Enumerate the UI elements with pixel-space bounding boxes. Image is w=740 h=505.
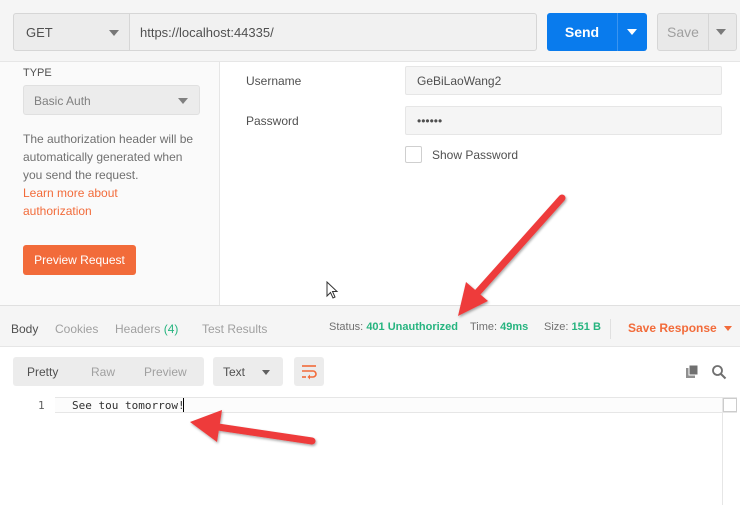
password-value: •••••• — [417, 114, 443, 128]
auth-type-value: Basic Auth — [34, 94, 91, 108]
tab-test-results[interactable]: Test Results — [202, 322, 267, 336]
send-label: Send — [564, 24, 600, 40]
show-password-checkbox[interactable] — [405, 146, 422, 163]
response-text: See tou tomorrow! — [72, 399, 185, 412]
save-divider — [708, 14, 709, 50]
copy-icon[interactable] — [684, 364, 700, 380]
format-preview-button[interactable]: Preview — [144, 365, 187, 379]
tab-headers[interactable]: Headers (4) — [115, 322, 178, 336]
status-label: Status: — [329, 321, 364, 333]
mouse-pointer-icon — [326, 281, 339, 299]
url-input[interactable]: https://localhost:44335/ — [130, 13, 537, 51]
time-value: 49ms — [500, 321, 529, 333]
editor-scroll-box[interactable] — [723, 398, 737, 412]
tab-cookies[interactable]: Cookies — [55, 322, 98, 336]
response-toolbar: Pretty Raw Preview Text — [0, 347, 740, 397]
text-cursor — [183, 398, 184, 412]
save-dropdown-icon[interactable] — [716, 29, 726, 35]
send-button[interactable]: Send — [547, 13, 647, 51]
url-value: https://localhost:44335/ — [140, 25, 274, 40]
headers-count-badge: (4) — [163, 322, 179, 336]
password-label: Password — [246, 114, 299, 128]
method-select[interactable]: GET — [13, 13, 130, 51]
password-field[interactable]: •••••• — [405, 106, 722, 135]
size-value: 151 B — [571, 321, 601, 333]
editor-scroll-track — [722, 397, 723, 505]
preview-request-button[interactable]: Preview Request — [23, 245, 136, 275]
auth-credentials-panel: Username GeBiLaoWang2 Password •••••• Sh… — [221, 62, 740, 305]
send-divider — [617, 13, 618, 51]
language-value: Text — [223, 365, 246, 379]
time-meta: Time: 49ms — [470, 321, 528, 333]
send-dropdown-icon[interactable] — [627, 29, 637, 35]
username-field[interactable]: GeBiLaoWang2 — [405, 66, 722, 95]
auth-type-label: TYPE — [23, 67, 52, 79]
caret-down-icon — [178, 98, 188, 104]
response-tabs-bar: Body Cookies Headers (4) Test Results St… — [0, 305, 740, 347]
username-label: Username — [246, 74, 302, 88]
language-select[interactable]: Text — [213, 357, 283, 386]
size-meta: Size: 151 B — [544, 321, 601, 333]
auth-type-panel: TYPE Basic Auth The authorization header… — [0, 62, 220, 305]
save-response-button[interactable]: Save Response — [610, 319, 740, 339]
response-body-editor[interactable]: 1 See tou tomorrow! — [0, 397, 740, 505]
request-bar: GET https://localhost:44335/ Send Save — [0, 0, 740, 62]
line-number: 1 — [38, 399, 45, 412]
status-value: 401 Unauthorized — [366, 321, 458, 333]
learn-more-link[interactable]: Learn more about authorization — [23, 184, 143, 220]
auth-type-select[interactable]: Basic Auth — [23, 85, 200, 115]
wrap-lines-icon — [302, 365, 317, 380]
show-password-label[interactable]: Show Password — [432, 148, 518, 162]
auth-description: The authorization header will be automat… — [23, 132, 194, 182]
save-response-label: Save Response — [628, 321, 717, 335]
save-label: Save — [667, 24, 699, 40]
format-raw-button[interactable]: Raw — [91, 365, 115, 379]
caret-down-icon — [724, 326, 732, 331]
format-switcher: Pretty Raw Preview — [13, 357, 204, 386]
status-meta: Status: 401 Unauthorized — [329, 321, 458, 333]
caret-down-icon — [262, 370, 270, 375]
format-pretty-button[interactable]: Pretty — [27, 365, 58, 379]
caret-down-icon — [109, 30, 119, 36]
method-value: GET — [26, 25, 53, 40]
time-label: Time: — [470, 321, 498, 333]
tab-headers-label: Headers — [115, 322, 161, 336]
tab-body[interactable]: Body — [11, 322, 38, 336]
wrap-lines-button[interactable] — [294, 357, 324, 386]
search-icon[interactable] — [711, 364, 727, 380]
save-button[interactable]: Save — [657, 13, 737, 51]
size-label: Size: — [544, 321, 569, 333]
username-value: GeBiLaoWang2 — [417, 74, 502, 88]
